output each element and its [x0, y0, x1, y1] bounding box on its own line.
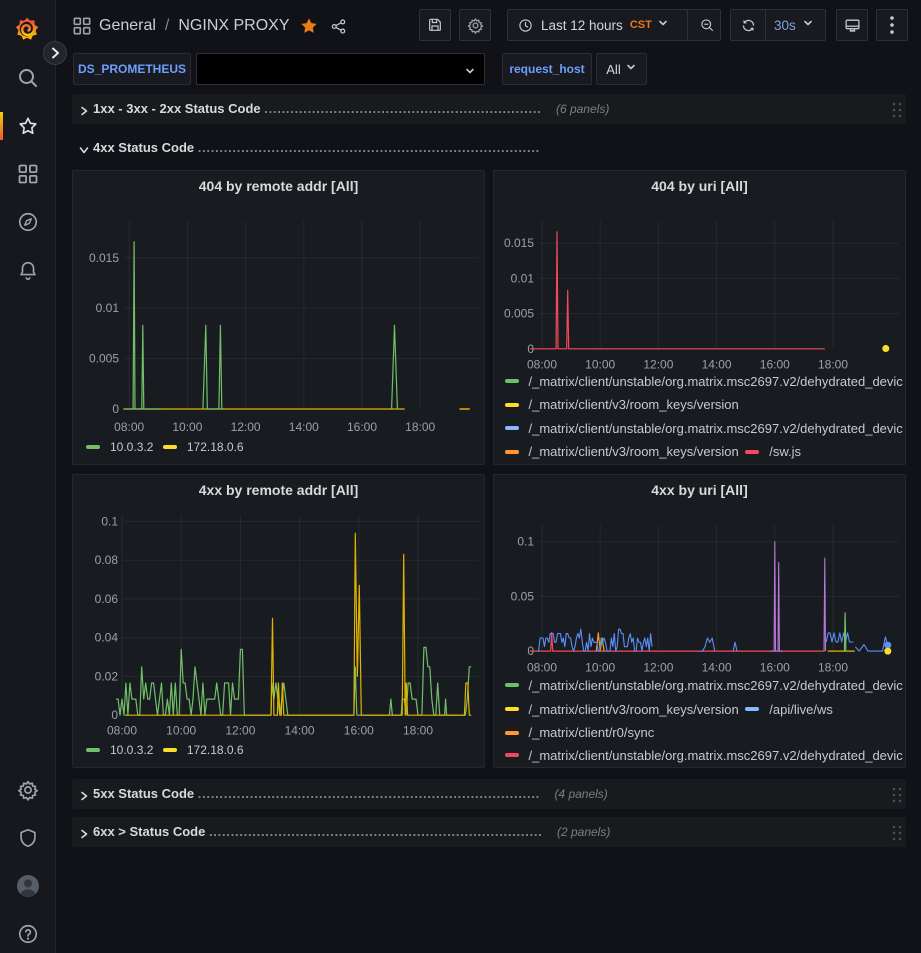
svg-text:0.05: 0.05	[511, 589, 535, 603]
svg-text:08:00: 08:00	[527, 661, 557, 675]
svg-text:0.06: 0.06	[95, 592, 119, 606]
svg-text:08:00: 08:00	[114, 420, 144, 434]
svg-text:12:00: 12:00	[643, 661, 673, 675]
svg-text:18:00: 18:00	[403, 724, 433, 738]
svg-text:14:00: 14:00	[702, 661, 732, 675]
svg-text:0.08: 0.08	[95, 553, 119, 567]
svg-text:14:00: 14:00	[285, 724, 315, 738]
svg-text:14:00: 14:00	[289, 420, 319, 434]
svg-text:0.01: 0.01	[96, 301, 120, 315]
svg-text:0.04: 0.04	[95, 631, 119, 645]
svg-text:0.1: 0.1	[101, 514, 118, 528]
svg-text:0.1: 0.1	[517, 535, 534, 549]
svg-text:10:00: 10:00	[172, 420, 202, 434]
svg-text:0.01: 0.01	[511, 271, 535, 285]
svg-text:12:00: 12:00	[231, 420, 261, 434]
svg-text:0.02: 0.02	[95, 669, 119, 683]
svg-text:0.005: 0.005	[89, 352, 119, 366]
svg-text:12:00: 12:00	[225, 724, 255, 738]
svg-text:0.015: 0.015	[89, 251, 119, 265]
svg-text:18:00: 18:00	[818, 661, 848, 675]
svg-text:16:00: 16:00	[347, 420, 377, 434]
svg-text:0: 0	[111, 708, 118, 722]
svg-text:10:00: 10:00	[585, 661, 615, 675]
svg-text:0: 0	[112, 402, 119, 416]
svg-text:10:00: 10:00	[166, 724, 196, 738]
svg-text:0.015: 0.015	[504, 236, 534, 250]
svg-text:08:00: 08:00	[107, 724, 137, 738]
svg-text:18:00: 18:00	[405, 420, 435, 434]
svg-text:16:00: 16:00	[344, 724, 374, 738]
svg-text:0.005: 0.005	[504, 307, 534, 321]
svg-text:16:00: 16:00	[760, 661, 790, 675]
